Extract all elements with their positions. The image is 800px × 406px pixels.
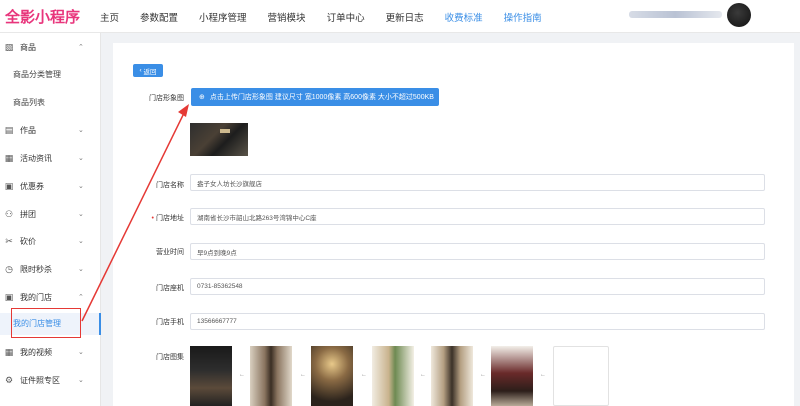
sidebar-item-label: 砍价 — [20, 236, 36, 246]
gallery-arrow-icon: ← — [480, 372, 486, 378]
chevron-down-icon: ⌄ — [78, 349, 84, 356]
sidebar-item-label: 优惠券 — [20, 181, 44, 191]
sidebar-item-label: 我的视频 — [20, 347, 52, 357]
required-mark: • — [151, 215, 154, 222]
store-name-field[interactable]: 盎子女人坊长沙旗舰店 — [190, 174, 765, 191]
nav-marketing[interactable]: 营销模块 — [268, 10, 306, 24]
sidebar-item-bargain[interactable]: ✂ 砍价 ⌄ — [0, 234, 101, 248]
store-icon: ▣ — [4, 292, 14, 302]
upload-store-image-button[interactable]: ⊕ 点击上传门店形象图 建议尺寸 宽1000像素 高600像素 大小不超过500… — [191, 88, 439, 106]
sidebar-item-label: 商品分类管理 — [13, 69, 61, 79]
video-icon: ▦ — [4, 347, 14, 357]
store-gallery-label: 门店图集 — [156, 354, 184, 361]
annotation-highlight-box — [11, 308, 81, 338]
sidebar-item-goods[interactable]: ▧ 商品 ⌃ — [0, 40, 101, 54]
sidebar-item-news[interactable]: ▦ 活动资讯 ⌄ — [0, 151, 101, 165]
chevron-down-icon: ⌄ — [78, 183, 84, 190]
gallery-arrow-icon: ← — [361, 372, 367, 378]
gallery-image[interactable] — [372, 346, 414, 406]
sidebar-item-group-buy[interactable]: ⚇ 拼团 ⌄ — [0, 207, 101, 221]
news-icon: ▦ — [4, 153, 14, 163]
store-address-label: • 门店地址 — [124, 213, 184, 223]
store-phone-label: 门店座机 — [156, 285, 184, 292]
chevron-up-icon: ⌃ — [78, 294, 84, 301]
sidebar-item-id-photo[interactable]: ⚙ 证件照专区 ⌄ — [0, 373, 101, 387]
back-label: 返回 — [143, 68, 157, 76]
sidebar-item-my-video[interactable]: ▦ 我的视频 ⌄ — [0, 345, 101, 359]
nav-pricing[interactable]: 收费标准 — [445, 10, 483, 24]
store-image-thumbnail[interactable] — [190, 123, 248, 156]
username-redacted — [629, 11, 722, 18]
sidebar-item-label: 活动资讯 — [20, 153, 52, 163]
store-address-label-text: 门店地址 — [156, 215, 184, 222]
sidebar-item-works[interactable]: ▤ 作品 ⌄ — [0, 123, 101, 137]
store-image-label: 门店形象图 — [149, 95, 184, 102]
chevron-down-icon: ⌄ — [78, 238, 84, 245]
gallery-image[interactable] — [311, 346, 353, 406]
group-icon: ⚇ — [4, 209, 14, 219]
nav-settings[interactable]: 参数配置 — [140, 10, 178, 24]
chevron-down-icon: ⌄ — [78, 211, 84, 218]
gallery-image[interactable] — [190, 346, 232, 406]
app-logo[interactable]: 全影小程序 — [5, 6, 80, 27]
nav-home[interactable]: 主页 — [100, 10, 119, 24]
chevron-down-icon: ⌄ — [78, 377, 84, 384]
chevron-down-icon: ⌄ — [78, 266, 84, 273]
sidebar-item-label: 我的门店 — [20, 292, 52, 302]
nav-orders[interactable]: 订单中心 — [327, 10, 365, 24]
clock-icon: ◷ — [5, 264, 13, 274]
sidebar-item-label: 商品 — [20, 42, 36, 52]
sidebar-item-coupon[interactable]: ▣ 优惠券 ⌄ — [0, 179, 101, 193]
id-photo-icon: ⚙ — [4, 375, 14, 385]
gallery-arrow-icon: ← — [420, 372, 426, 378]
image-icon: ▤ — [4, 125, 14, 135]
nav-changelog[interactable]: 更新日志 — [386, 10, 424, 24]
back-button[interactable]: ‹ 返回 — [133, 64, 163, 77]
sidebar: ▧ 商品 ⌃ 商品分类管理 商品列表 ▤ 作品 ⌄ ▦ 活动资讯 ⌄ ▣ 优惠券… — [0, 33, 101, 406]
sidebar-item-flash-sale[interactable]: ◷ 限时秒杀 ⌄ — [0, 262, 101, 276]
upload-label: 点击上传门店形象图 建议尺寸 宽1000像素 高600像素 大小不超过500KB — [209, 94, 434, 101]
sidebar-item-label: 限时秒杀 — [20, 264, 52, 274]
top-bar: 全影小程序 主页 参数配置 小程序管理 营销模块 订单中心 更新日志 收费标准 … — [0, 0, 800, 33]
gallery-image[interactable] — [431, 346, 473, 406]
chevron-down-icon: ⌄ — [78, 127, 84, 134]
sidebar-item-goods-list[interactable]: 商品列表 — [0, 95, 101, 109]
chevron-up-icon: ⌃ — [78, 44, 84, 51]
store-phone-field[interactable]: 0731-85362548 — [190, 278, 765, 295]
bag-icon: ▧ — [4, 42, 14, 52]
nav-guide[interactable]: 操作指南 — [504, 10, 542, 24]
store-address-field[interactable]: 湖南省长沙市韶山北路263号湾锦中心C座 — [190, 208, 765, 225]
sidebar-item-goods-category[interactable]: 商品分类管理 — [0, 67, 101, 81]
nav-miniprogram[interactable]: 小程序管理 — [199, 10, 247, 24]
sidebar-item-label: 拼团 — [20, 209, 36, 219]
sidebar-item-label: 证件照专区 — [20, 375, 60, 385]
business-hours-label: 营业时间 — [156, 249, 184, 256]
gallery-image[interactable] — [250, 346, 292, 406]
store-mobile-field[interactable]: 13566667777 — [190, 313, 765, 330]
gallery-arrow-icon: ← — [300, 372, 306, 378]
gallery-image[interactable] — [491, 346, 533, 406]
sidebar-item-label: 商品列表 — [13, 97, 45, 107]
store-mobile-label: 门店手机 — [156, 319, 184, 326]
business-hours-field[interactable]: 早9点到晚9点 — [190, 243, 765, 260]
upload-icon: ⊕ — [199, 94, 205, 101]
sidebar-item-my-store[interactable]: ▣ 我的门店 ⌃ — [0, 290, 101, 304]
gallery-arrow-icon: ← — [540, 372, 546, 378]
chevron-down-icon: ⌄ — [78, 155, 84, 162]
main-nav: 主页 参数配置 小程序管理 营销模块 订单中心 更新日志 收费标准 操作指南 — [100, 0, 563, 33]
coupon-icon: ▣ — [4, 181, 14, 191]
sidebar-item-label: 作品 — [20, 125, 36, 135]
scissors-icon: ✂ — [5, 236, 13, 246]
gallery-add-slot[interactable] — [553, 346, 609, 406]
gallery-arrow-icon: ← — [239, 372, 245, 378]
avatar[interactable] — [727, 3, 751, 27]
store-name-label: 门店名称 — [156, 182, 184, 189]
sign-light — [220, 129, 230, 133]
